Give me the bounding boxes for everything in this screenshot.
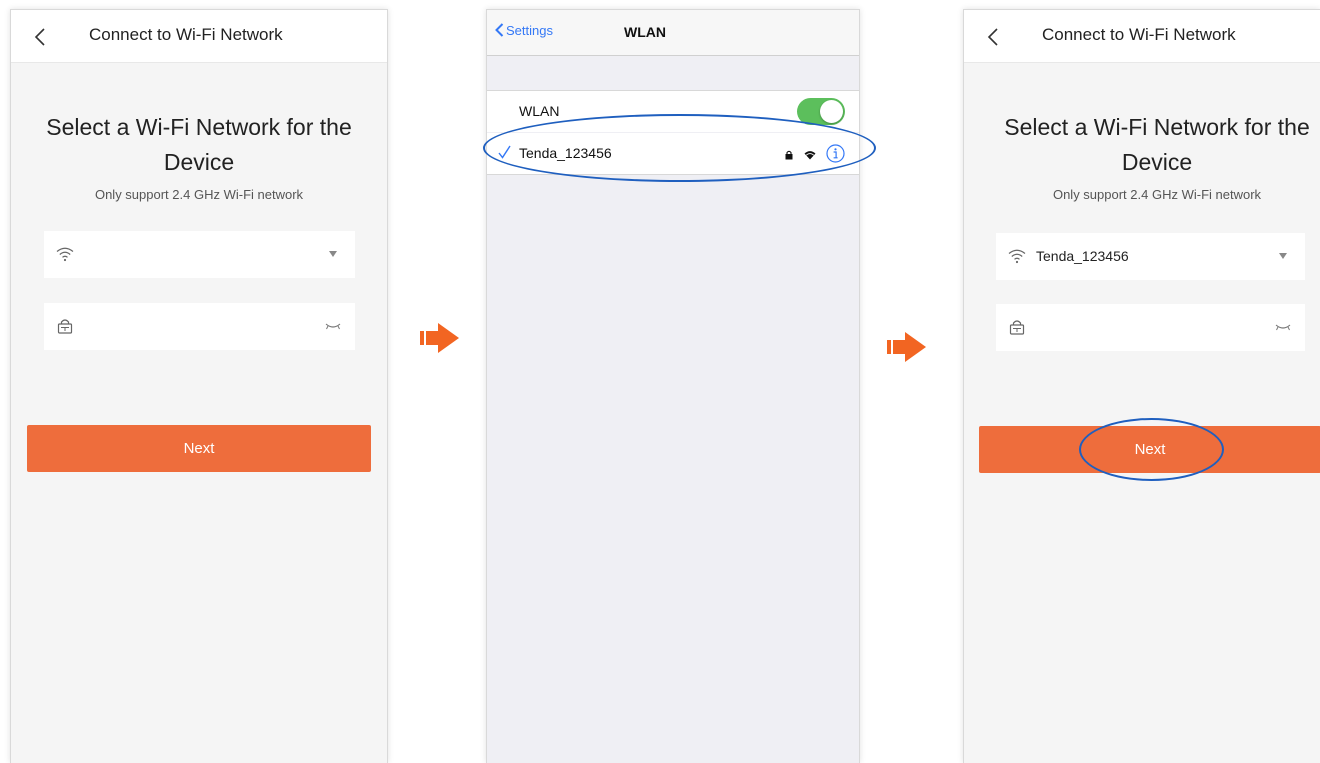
lock-icon <box>1009 320 1025 335</box>
caret-down-icon[interactable] <box>329 251 337 257</box>
ios-title: WLAN <box>624 24 666 40</box>
checkmark-icon <box>498 145 511 159</box>
wifi-icon <box>56 247 74 262</box>
ios-nav-bar: Settings WLAN <box>487 10 859 56</box>
password-field[interactable] <box>44 303 355 350</box>
chevron-left-icon[interactable] <box>986 28 1002 46</box>
ssid-select[interactable]: Tenda_123456 <box>996 233 1305 280</box>
caret-down-icon[interactable] <box>1279 253 1287 259</box>
lock-icon <box>57 319 73 334</box>
app-header: Connect to Wi-Fi Network <box>964 10 1320 63</box>
network-status-icons <box>779 144 845 164</box>
eye-closed-icon[interactable] <box>1275 322 1291 332</box>
app-header: Connect to Wi-Fi Network <box>11 10 387 63</box>
arrow-right-icon <box>420 323 459 353</box>
network-name: Tenda_123456 <box>519 145 612 161</box>
wlan-label: WLAN <box>519 103 560 119</box>
page-title: Connect to Wi-Fi Network <box>1042 25 1236 44</box>
app-screen-after: Connect to Wi-Fi Network Select a Wi-Fi … <box>963 9 1320 763</box>
next-button[interactable]: Next <box>979 426 1320 473</box>
app-screen-before: Connect to Wi-Fi Network Select a Wi-Fi … <box>10 9 388 763</box>
ios-wlan-settings: Settings WLAN WLAN Tenda_123456 <box>486 9 860 763</box>
eye-closed-icon[interactable] <box>325 321 341 331</box>
info-icon[interactable] <box>826 144 845 168</box>
password-field[interactable] <box>996 304 1305 351</box>
next-button[interactable]: Next <box>27 425 371 472</box>
band-note: Only support 2.4 GHz Wi-Fi network <box>94 187 304 202</box>
lock-icon <box>785 147 793 165</box>
ssid-value: Tenda_123456 <box>1036 248 1129 264</box>
ssid-select[interactable] <box>44 231 355 278</box>
network-row[interactable]: Tenda_123456 <box>487 133 859 175</box>
section-heading: Select a Wi-Fi Network for the Device <box>1004 114 1310 175</box>
wlan-toggle[interactable] <box>797 98 845 125</box>
wlan-toggle-row: WLAN <box>487 90 859 132</box>
page-title: Connect to Wi-Fi Network <box>89 25 283 44</box>
wifi-icon <box>804 147 816 165</box>
chevron-left-icon[interactable] <box>33 28 49 46</box>
toggle-knob <box>820 100 843 123</box>
wifi-icon <box>1008 249 1026 264</box>
section-heading: Select a Wi-Fi Network for the Device <box>46 114 352 175</box>
band-note: Only support 2.4 GHz Wi-Fi network <box>1052 187 1262 202</box>
arrow-right-icon <box>887 332 926 362</box>
